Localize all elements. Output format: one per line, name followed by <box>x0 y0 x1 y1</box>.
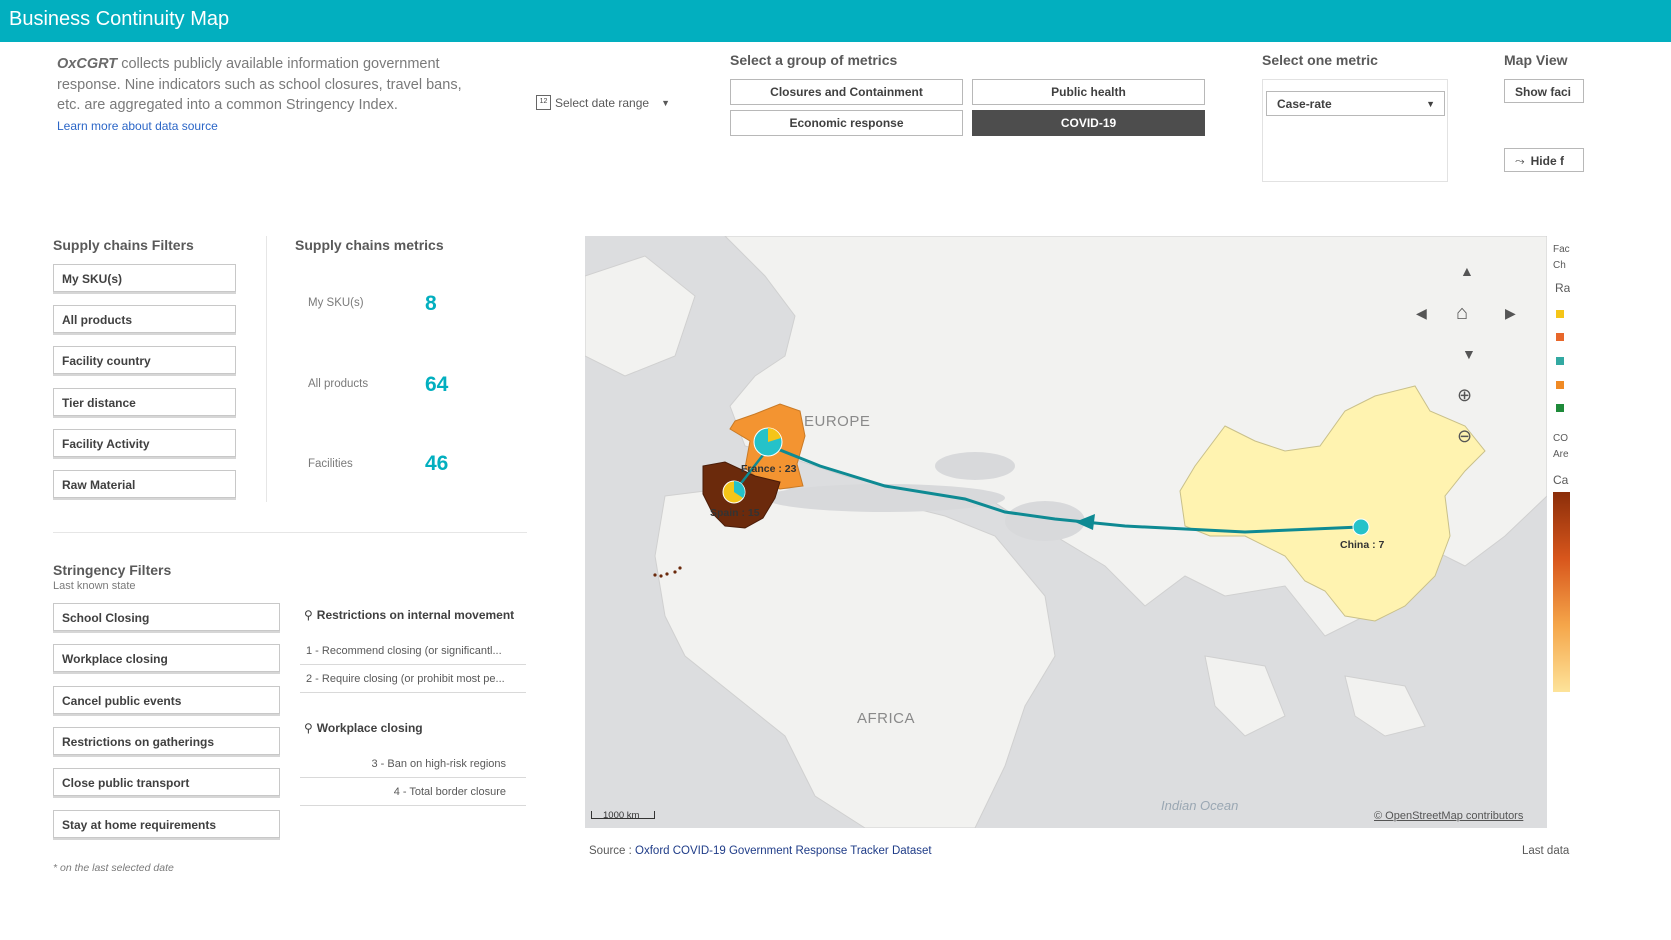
osm-attribution[interactable]: © OpenStreetMap contributors <box>1374 810 1523 822</box>
filter-restrictions-gatherings[interactable]: Restrictions on gatherings <box>53 727 280 755</box>
date-range-picker[interactable]: 12 Select date range ▼ <box>536 95 670 110</box>
marker-china[interactable] <box>1352 518 1370 536</box>
legend-swatch <box>1556 357 1564 365</box>
group-economic-button[interactable]: Economic response <box>730 110 963 136</box>
workplace-list-title: Workplace closing <box>316 721 423 735</box>
intro-brand: OxCGRT <box>57 56 118 72</box>
filter-facility-country[interactable]: Facility country <box>53 346 236 374</box>
marker-label-spain: Spain : 15 <box>710 507 760 519</box>
list-item[interactable]: 4 - Total border closure <box>300 779 526 806</box>
filter-facility-activity[interactable]: Facility Activity <box>53 429 236 457</box>
one-metric-title: Select one metric <box>1262 52 1378 68</box>
stringency-title: Stringency Filters <box>53 562 172 578</box>
legend-swatch <box>1556 310 1564 318</box>
source-link[interactable]: Oxford COVID-19 Government Response Trac… <box>635 845 932 857</box>
filter-raw-material[interactable]: Raw Material <box>53 470 236 498</box>
label-africa: AFRICA <box>857 710 916 727</box>
legend-swatch <box>1556 333 1564 341</box>
filter-close-transport[interactable]: Close public transport <box>53 768 280 796</box>
metric-label-products: All products <box>308 378 369 390</box>
supply-metrics-title: Supply chains metrics <box>295 237 444 253</box>
filter-tier-distance[interactable]: Tier distance <box>53 388 236 416</box>
filter-school-closing[interactable]: School Closing <box>53 603 280 631</box>
label-europe: EUROPE <box>804 413 871 430</box>
source-line: Source : Oxford COVID-19 Government Resp… <box>589 845 932 857</box>
pan-left-icon[interactable]: ◀ <box>1416 305 1427 322</box>
legend-label: CO <box>1553 433 1568 444</box>
supply-filters-title: Supply chains Filters <box>53 237 194 253</box>
search-icon: ⚲ <box>304 608 313 622</box>
last-data-label: Last data <box>1522 845 1570 857</box>
legend-label: Ch <box>1553 260 1566 271</box>
filter-my-sku[interactable]: My SKU(s) <box>53 264 236 292</box>
metric-value-facilities: 46 <box>425 452 449 475</box>
legend-label: Ra <box>1555 281 1570 295</box>
map-scale-label: 1000 km <box>603 810 640 821</box>
group-covid-button[interactable]: COVID-19 <box>972 110 1205 136</box>
chevron-down-icon: ▼ <box>661 97 670 108</box>
pan-right-icon[interactable]: ▶ <box>1505 305 1516 322</box>
legend-swatch <box>1556 404 1564 412</box>
internal-movement-header[interactable]: ⚲ Restrictions on internal movement <box>304 608 514 622</box>
filter-all-products[interactable]: All products <box>53 305 236 333</box>
footnote: * on the last selected date <box>53 862 174 874</box>
legend-label: Are <box>1553 449 1569 460</box>
hide-facilities-button[interactable]: ⤳ Hide f <box>1504 148 1584 172</box>
group-closures-button[interactable]: Closures and Containment <box>730 79 963 105</box>
dropdown-arrow-icon: ▼ <box>1426 99 1435 109</box>
map-view[interactable]: EUROPE AFRICA Indian Ocean France : 23 S… <box>585 236 1547 828</box>
pan-up-icon[interactable]: ▲ <box>1460 263 1474 279</box>
workplace-list-header[interactable]: ⚲ Workplace closing <box>304 721 423 735</box>
learn-more-link[interactable]: Learn more about data source <box>57 119 218 133</box>
legend-label: Fac <box>1553 244 1570 255</box>
legend-gradient <box>1553 492 1570 692</box>
search-icon: ⚲ <box>304 721 313 735</box>
list-item[interactable]: 2 - Require closing (or prohibit most pe… <box>300 666 526 693</box>
app-header: Business Continuity Map <box>0 0 1671 42</box>
metric-groups-title: Select a group of metrics <box>730 52 898 68</box>
legend-label: Ca <box>1553 473 1569 487</box>
metric-label-sku: My SKU(s) <box>308 297 364 309</box>
filter-stay-home[interactable]: Stay at home requirements <box>53 810 280 838</box>
internal-movement-title: Restrictions on internal movement <box>316 608 515 622</box>
intro-description: OxCGRT collects publicly available infor… <box>57 54 477 116</box>
pan-down-icon[interactable]: ▼ <box>1462 346 1476 362</box>
list-item[interactable]: 3 - Ban on high-risk regions <box>300 751 526 778</box>
home-icon[interactable]: ⌂ <box>1456 302 1468 325</box>
marker-france[interactable] <box>753 427 783 457</box>
metric-value-products: 64 <box>425 373 449 396</box>
show-facilities-button[interactable]: Show faci <box>1504 79 1584 103</box>
date-range-label: Select date range <box>555 95 650 110</box>
horizontal-divider <box>53 532 527 533</box>
marker-label-france: France : 23 <box>741 463 797 475</box>
map-legend: Fac Ch Ra CO Are Ca <box>1548 236 1570 696</box>
hide-facilities-label: Hide f <box>1530 154 1564 168</box>
zoom-out-icon[interactable]: ⊖ <box>1457 426 1472 447</box>
route-icon: ⤳ <box>1515 154 1525 168</box>
metric-value-sku: 8 <box>425 292 437 315</box>
marker-spain[interactable] <box>722 480 746 504</box>
metric-label-facilities: Facilities <box>308 458 353 470</box>
map-view-title: Map View <box>1504 52 1568 68</box>
filter-workplace-closing[interactable]: Workplace closing <box>53 644 280 672</box>
intro-text: collects publicly available information … <box>57 56 462 113</box>
map-svg <box>585 236 1547 828</box>
list-item[interactable]: 1 - Recommend closing (or significantl..… <box>300 638 526 665</box>
calendar-icon: 12 <box>536 95 551 110</box>
vertical-divider <box>266 236 267 502</box>
zoom-in-icon[interactable]: ⊕ <box>1457 385 1472 406</box>
source-prefix: Source : <box>589 845 636 857</box>
metric-select-value: Case-rate <box>1277 97 1332 111</box>
label-indian-ocean: Indian Ocean <box>1161 798 1239 813</box>
legend-swatch <box>1556 381 1564 389</box>
stringency-subtitle: Last known state <box>53 580 136 592</box>
filter-cancel-events[interactable]: Cancel public events <box>53 686 280 714</box>
marker-label-china: China : 7 <box>1340 539 1385 551</box>
group-public-health-button[interactable]: Public health <box>972 79 1205 105</box>
app-title: Business Continuity Map <box>9 8 230 30</box>
metric-select[interactable]: Case-rate ▼ <box>1266 91 1445 116</box>
